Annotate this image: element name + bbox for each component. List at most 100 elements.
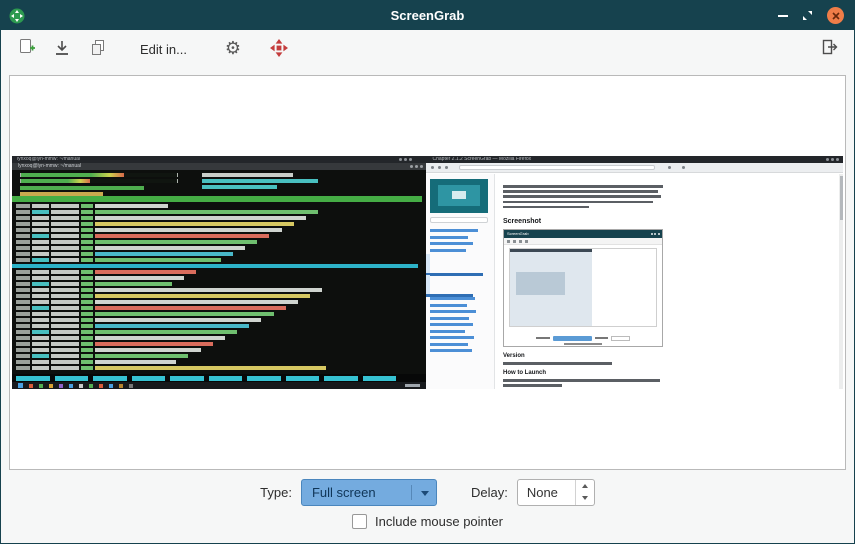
decor [16,348,30,352]
settings-button[interactable]: ⚙ [218,34,248,64]
decor [32,324,48,328]
decor [16,288,30,292]
decor [32,210,48,214]
decor [16,204,30,208]
decor [16,300,30,304]
toc-link [430,317,469,320]
decor [81,234,93,238]
toc-link [430,310,477,313]
type-label: Type: [260,485,292,500]
minimize-button[interactable] [778,15,788,17]
browser-bookmark-icon [682,166,685,169]
process-row [12,270,422,274]
htop-function-key-bar [12,374,426,382]
heading-version: Version [503,353,525,359]
decor [32,282,48,286]
decor [55,376,89,381]
decor [51,312,79,316]
restore-button[interactable] [802,10,813,21]
decor [16,366,30,370]
browser-menu-icon [668,166,671,169]
about-button[interactable] [264,34,294,64]
decor [202,179,318,183]
decor [51,342,79,346]
decor [81,354,93,358]
spin-down-button[interactable] [576,492,594,505]
decor [16,276,30,280]
embedded-title: ScreenGrab [507,231,529,236]
process-row [12,306,422,310]
decor [95,306,286,310]
decor [132,376,166,381]
embedded-preview [504,245,662,330]
decor [81,240,93,244]
decor [81,348,93,352]
launch-text-line1 [503,379,660,382]
browser-url-bar [459,165,655,170]
toc-link [430,323,473,326]
toc-link [430,297,475,300]
decor [16,228,30,232]
decor [81,246,93,250]
close-button[interactable] [827,7,844,24]
decor [95,234,269,238]
decor [51,330,79,334]
decor [51,240,79,244]
embedded-type-combo [553,336,592,341]
process-row [12,300,422,304]
decor [51,234,79,238]
decor [81,276,93,280]
type-select[interactable]: Full screen [301,479,437,506]
decor [95,360,176,364]
screengrab-window: ScreenGrab Edit in... [0,0,855,544]
decor [32,246,48,250]
captured-terminal-title: lynxoq@lyn-mmw: ~/manual [17,157,80,162]
decor [20,186,144,190]
decor [363,376,397,381]
decor [51,324,79,328]
terminal-tab-bar: lynxoq@lyn-mmw: ~/manual [12,163,426,170]
process-row [12,276,422,280]
decor [16,312,30,316]
decor [20,192,103,196]
quit-button[interactable] [814,34,844,64]
decor [51,306,79,310]
new-screenshot-button[interactable] [11,34,41,64]
decor [95,270,196,274]
decor [503,206,589,209]
toc-link-selected [426,275,494,297]
decor [95,276,184,280]
copy-button[interactable] [83,34,113,64]
save-button[interactable] [47,34,77,64]
decor [247,376,281,381]
spin-up-button[interactable] [576,480,594,493]
decor [51,258,79,262]
process-row [12,216,422,220]
heading-launch: How to Launch [503,370,546,376]
process-row [12,342,422,346]
heading-screenshot: Screenshot [503,218,541,225]
embedded-screengrab-screenshot: ScreenGrab [503,229,663,347]
decor [95,288,322,292]
version-text [503,362,612,365]
decor [503,185,663,188]
process-row [12,360,422,364]
decor [129,384,133,388]
decor [95,240,257,244]
include-pointer-checkbox[interactable] [352,514,367,529]
process-row [12,312,422,316]
edit-in-button[interactable]: Edit in... [131,34,196,64]
decor [51,360,79,364]
toc-link [430,349,472,352]
decor [51,282,79,286]
delay-spinbox[interactable]: None [517,479,595,506]
decor [95,348,200,352]
decor [51,300,79,304]
window-title: ScreenGrab [1,8,854,23]
include-pointer-label[interactable]: Include mouse pointer [375,514,503,530]
embedded-controls [504,335,662,341]
process-row [12,258,422,262]
decor [95,312,273,316]
browser-scrollbar [839,174,843,389]
toc-link [430,249,466,252]
